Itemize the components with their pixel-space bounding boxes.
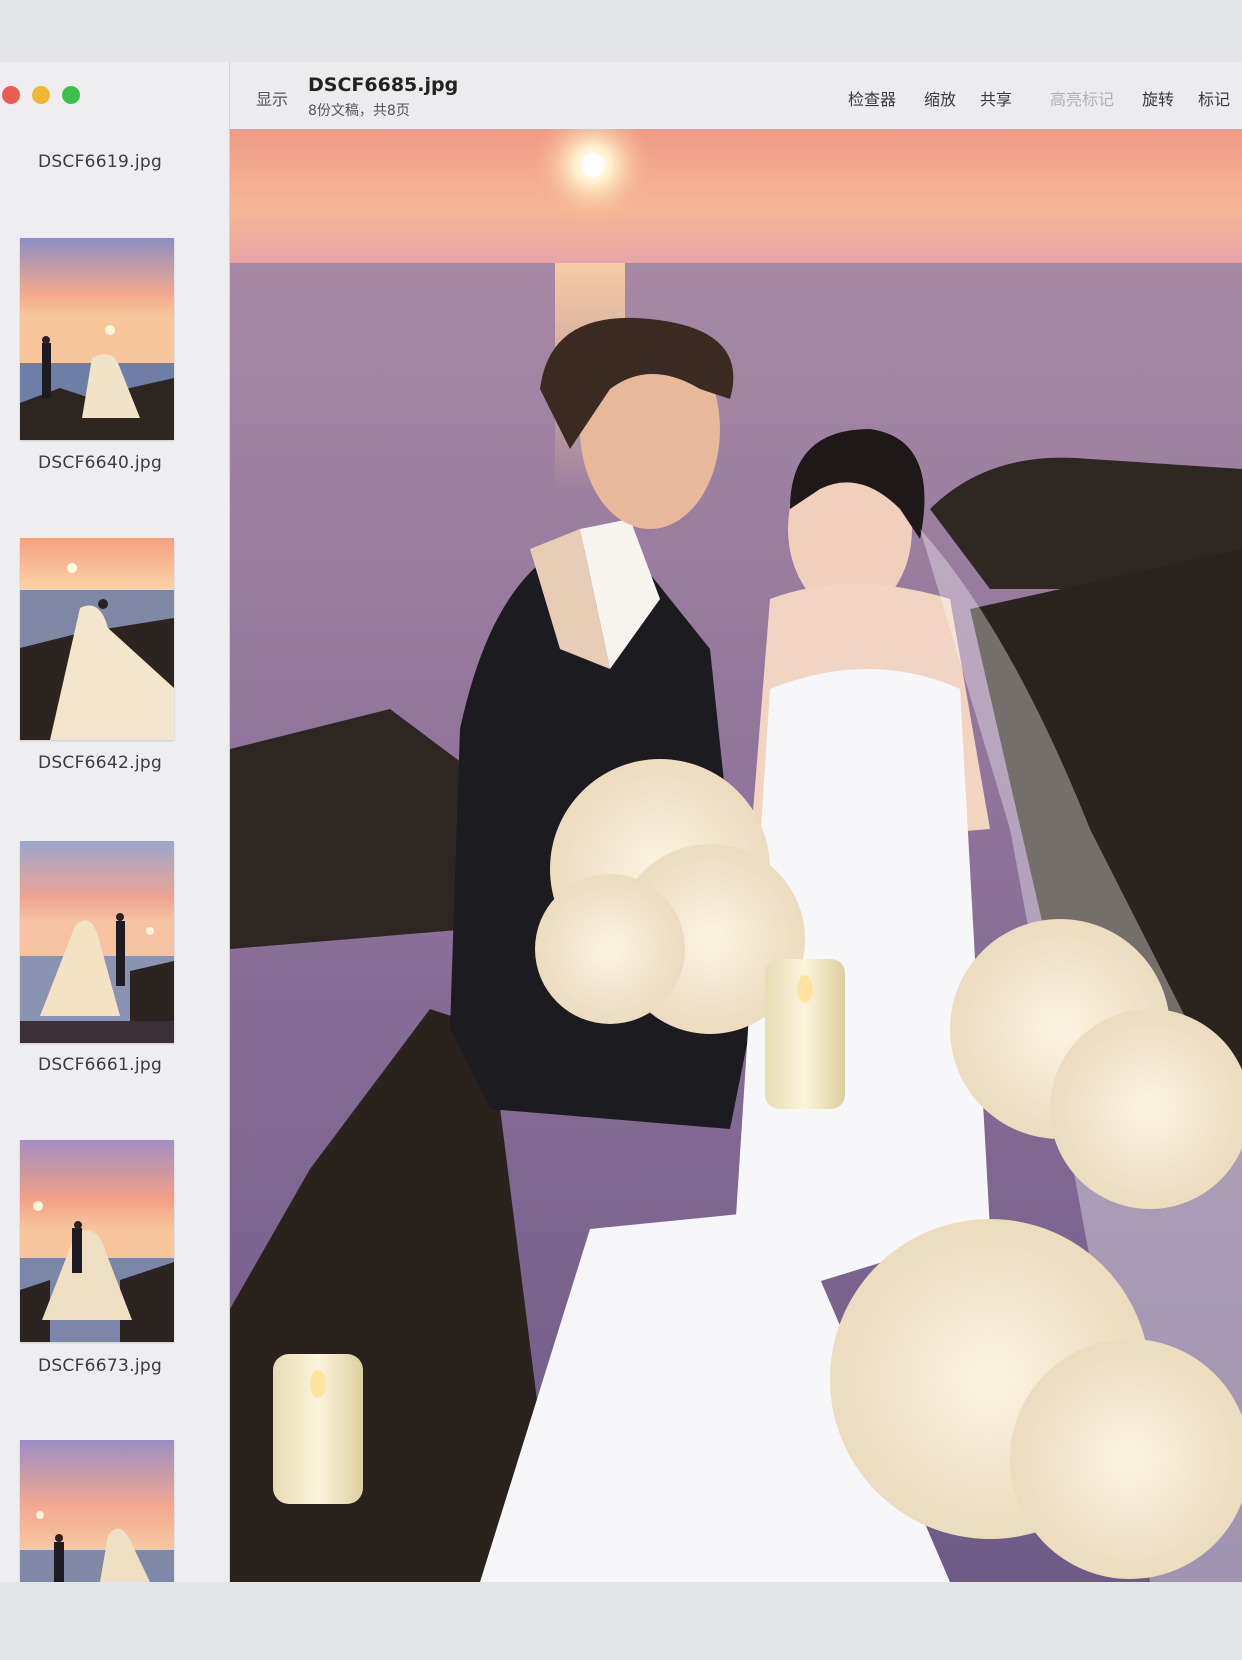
inspector-button[interactable]: 检查器 xyxy=(848,86,896,110)
toolbar: 显示 DSCF6685.jpg 8份文稿，共8页 检查器 缩放 共享 高亮标记 … xyxy=(230,62,1242,129)
close-window-icon[interactable] xyxy=(2,86,20,104)
thumbnail-image[interactable] xyxy=(20,841,174,1043)
thumbnail-image[interactable] xyxy=(20,538,174,740)
main-photo[interactable] xyxy=(230,129,1242,1582)
document-subtitle: 8份文稿，共8页 xyxy=(308,103,410,119)
show-sidebar-button[interactable]: 显示 xyxy=(256,86,288,110)
maximize-window-icon[interactable] xyxy=(62,86,80,104)
thumbnail-image[interactable] xyxy=(20,238,174,440)
thumbnail-image[interactable] xyxy=(20,1440,174,1582)
thumbnail-label[interactable]: DSCF6673.jpg xyxy=(0,1356,200,1376)
thumbnail-sidebar[interactable]: DSCF6619.jpg DSCF6640.jpg DSCF6642.jpg D… xyxy=(0,62,230,1582)
thumbnail-image[interactable] xyxy=(20,1140,174,1342)
markup-button[interactable]: 标记 xyxy=(1198,86,1230,110)
zoom-button[interactable]: 缩放 xyxy=(924,86,956,110)
rotate-button[interactable]: 旋转 xyxy=(1142,86,1174,110)
share-button[interactable]: 共享 xyxy=(980,86,1012,110)
thumbnail-label[interactable]: DSCF6619.jpg xyxy=(0,152,200,172)
thumbnail-label[interactable]: DSCF6642.jpg xyxy=(0,753,200,773)
highlight-button[interactable]: 高亮标记 xyxy=(1050,86,1114,110)
thumbnail-label[interactable]: DSCF6661.jpg xyxy=(0,1055,200,1075)
document-title: DSCF6685.jpg xyxy=(308,74,459,96)
minimize-window-icon[interactable] xyxy=(32,86,50,104)
thumbnail-label[interactable]: DSCF6640.jpg xyxy=(0,453,200,473)
